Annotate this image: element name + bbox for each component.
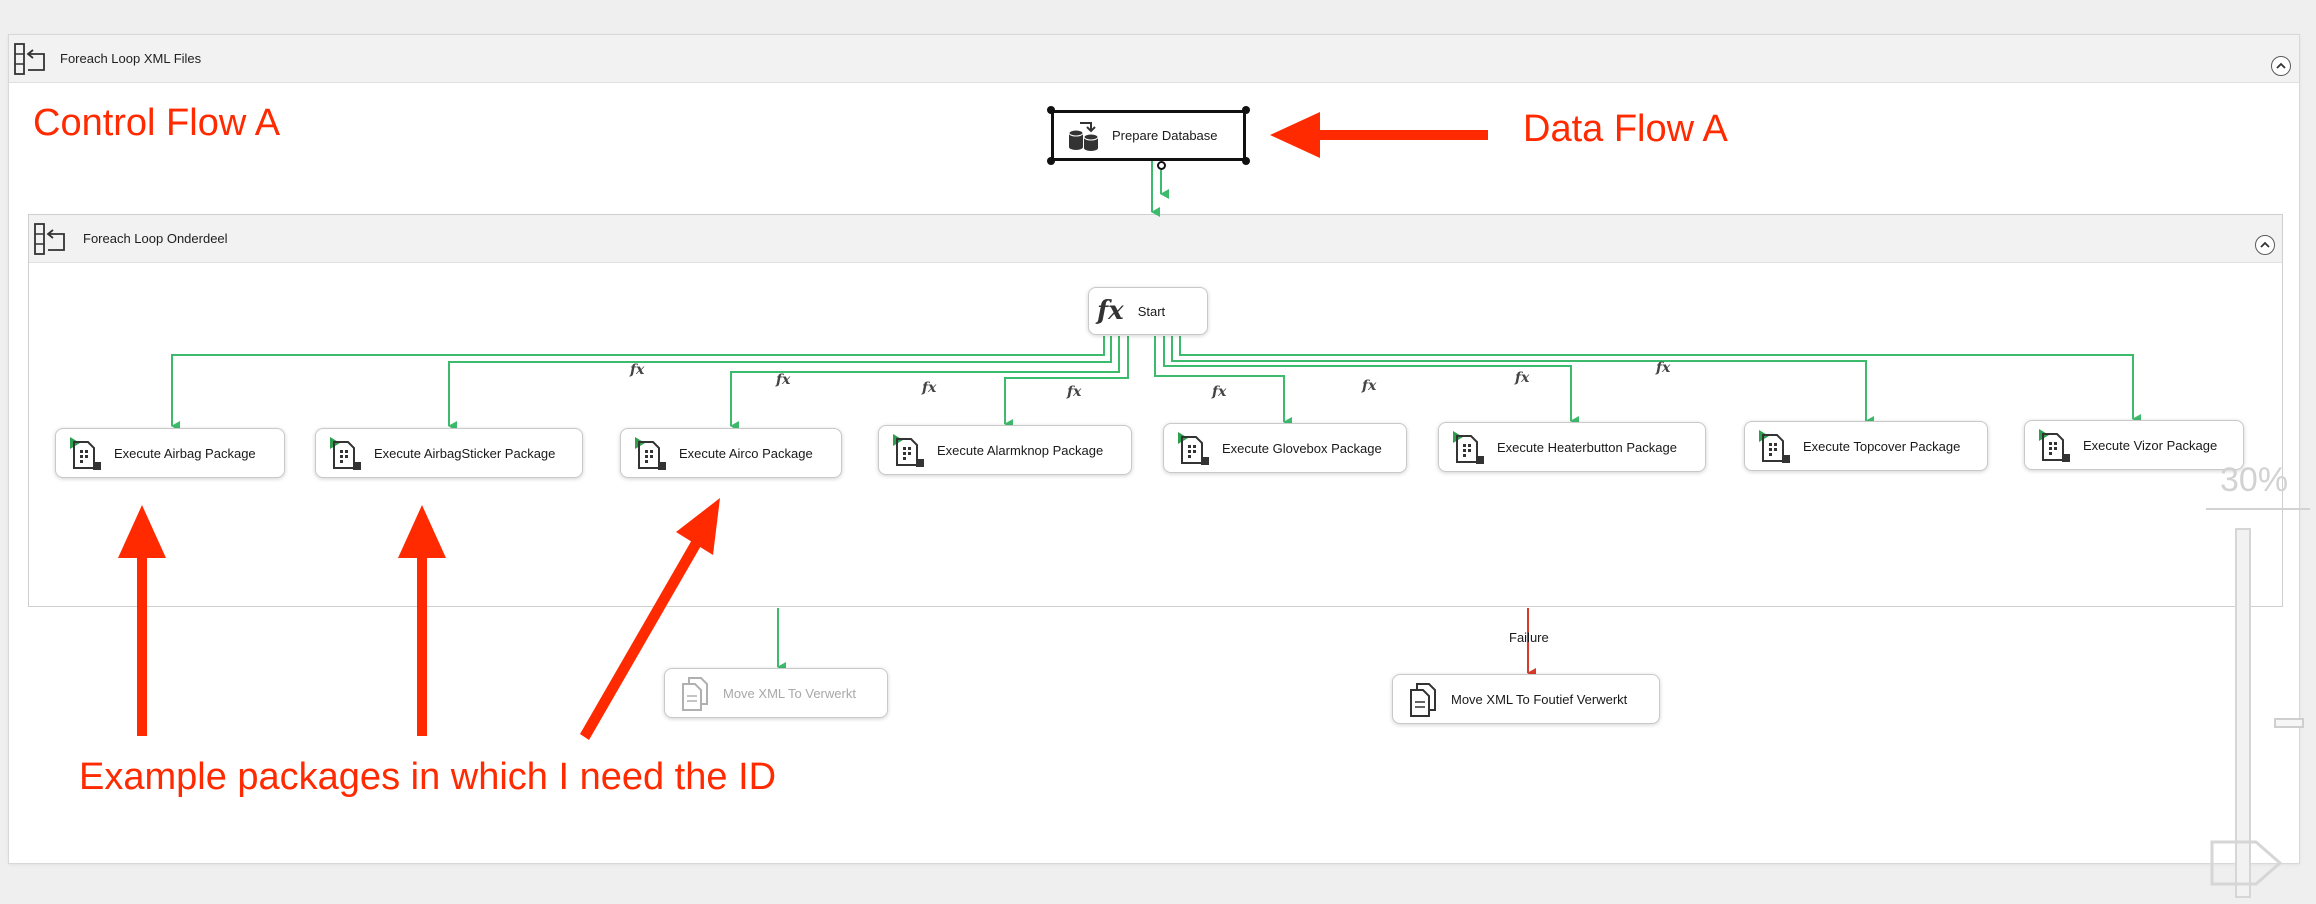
arrow-up-icon	[118, 505, 166, 736]
annotation-arrows	[118, 112, 1488, 740]
arrow-up-icon	[398, 505, 446, 736]
arrow-left-icon	[1270, 112, 1488, 158]
arrow-diagonal-icon	[580, 498, 720, 740]
